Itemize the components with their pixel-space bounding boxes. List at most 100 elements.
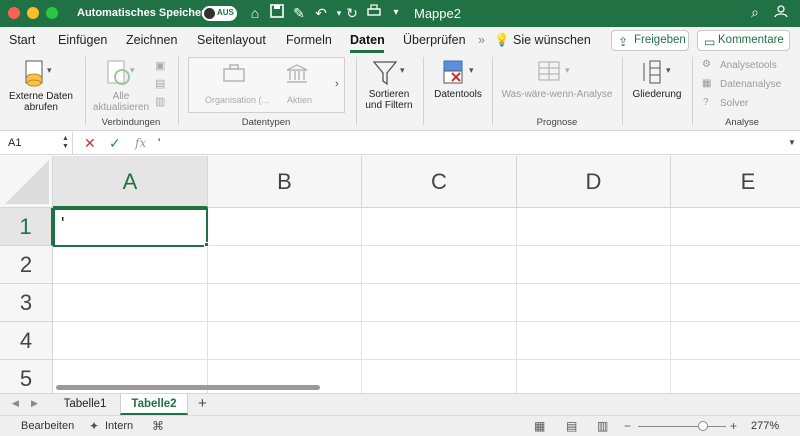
cell-c3[interactable] [362,284,517,322]
outline-icon: ▾ [643,60,671,84]
tab-daten[interactable]: Daten [350,33,385,47]
row-header-4[interactable]: 4 [0,322,53,360]
cancel-entry-icon[interactable]: ✕ [84,135,96,152]
cell-d5[interactable] [517,360,671,393]
datatype-organisation[interactable]: Organisation (... [205,95,269,105]
cell-e3[interactable] [671,284,800,322]
search-icon[interactable]: ⌕ [746,4,764,22]
cell-c5[interactable] [362,360,517,393]
next-sheet-icon[interactable]: ▶ [31,398,38,409]
print-icon[interactable] [365,4,383,22]
column-header-e[interactable]: E [671,156,800,208]
chevron-right-icon[interactable]: › [335,78,339,90]
insert-function-icon[interactable]: fx [135,136,146,150]
edit-icon[interactable]: ✎ [290,4,308,22]
normal-view-icon[interactable]: ▦ [534,419,545,433]
fullscreen-window-button[interactable] [46,7,58,19]
cell-e5[interactable] [671,360,800,393]
cell-b2[interactable] [208,246,362,284]
save-icon[interactable] [268,4,286,22]
tell-me-search[interactable]: Sie wünschen [513,33,591,47]
column-header-a[interactable]: A [53,156,208,208]
data-types-gallery[interactable]: Organisation (... Aktien › [188,57,345,113]
row-header-2[interactable]: 2 [0,246,53,284]
cell-d4[interactable] [517,322,671,360]
comments-button[interactable]: ▭ Kommentare [697,30,790,51]
cell-b1[interactable] [208,208,362,246]
cell-a4[interactable] [53,322,208,360]
cell-b3[interactable] [208,284,362,322]
cell-e1[interactable] [671,208,800,246]
expand-formula-bar-icon[interactable]: ▼ [788,138,796,147]
cell-a3[interactable] [53,284,208,322]
formula-input[interactable]: ' [158,136,160,150]
account-icon[interactable] [772,4,790,22]
add-sheet-button[interactable]: + [198,395,207,412]
cell-d3[interactable] [517,284,671,322]
page-layout-view-icon[interactable]: ▤ [566,419,577,433]
close-window-button[interactable] [8,7,20,19]
zoom-slider-thumb[interactable] [698,421,708,431]
sensitivity-label[interactable]: Intern [105,420,133,432]
autosave-toggle[interactable]: AUS [202,6,237,21]
accessibility-icon[interactable]: ⌘ [152,419,164,433]
cell-c1[interactable] [362,208,517,246]
customize-toolbar-icon[interactable]: ▾ [387,4,405,22]
column-header-c[interactable]: C [362,156,517,208]
properties-icon[interactable]: ▤ [155,77,165,90]
page-break-view-icon[interactable]: ▥ [597,419,608,433]
zoom-slider[interactable] [638,426,726,427]
cell-c2[interactable] [362,246,517,284]
svg-text:▾: ▾ [47,66,52,76]
previous-sheet-icon[interactable]: ◀ [12,398,19,409]
separator [178,57,179,125]
cell-a2[interactable] [53,246,208,284]
connections-icon[interactable]: ▣ [155,59,165,72]
cell-b4[interactable] [208,322,362,360]
redo-icon[interactable]: ↻ [343,4,361,22]
cell-d1[interactable] [517,208,671,246]
tab-start[interactable]: Start [9,33,35,47]
cell-e4[interactable] [671,322,800,360]
minimize-window-button[interactable] [27,7,39,19]
row-header-1[interactable]: 1 [0,208,53,246]
more-tabs-icon[interactable]: » [478,33,485,47]
zoom-out-icon[interactable]: − [624,419,631,433]
tab-einfuegen[interactable]: Einfügen [58,33,107,47]
confirm-entry-icon[interactable]: ✓ [109,135,121,152]
cell-d2[interactable] [517,246,671,284]
outline-button[interactable]: ▾ [640,59,676,92]
tab-formeln[interactable]: Formeln [286,33,332,47]
undo-icon[interactable]: ↶ [312,4,330,22]
sheet-tab-tabelle1[interactable]: Tabelle1 [52,394,118,415]
sort-filter-button[interactable]: ▾ [372,59,408,92]
row-header-3[interactable]: 3 [0,284,53,322]
row-header-5[interactable]: 5 [0,360,53,393]
analysis-tools-item[interactable]: Analysetools [720,60,777,71]
get-data-button[interactable]: ▾ [20,59,60,89]
select-all-button[interactable] [0,156,53,208]
share-button[interactable]: ⇪ Freigeben [611,30,689,51]
column-header-d[interactable]: D [517,156,671,208]
edit-links-icon[interactable]: ▥ [155,95,165,108]
tab-seitenlayout[interactable]: Seitenlayout [197,33,266,47]
home-icon[interactable]: ⌂ [246,4,264,22]
sheet-tab-tabelle2[interactable]: Tabelle2 [120,394,188,415]
data-analysis-item[interactable]: Datenanalyse [720,79,781,90]
cell-e2[interactable] [671,246,800,284]
datatools-button[interactable]: ▾ [442,59,478,92]
whatif-button[interactable]: ▾ [537,59,573,92]
horizontal-scrollbar[interactable] [56,385,320,390]
name-box-stepper-icon[interactable]: ▲ ▼ [62,135,69,151]
cell-c4[interactable] [362,322,517,360]
datatype-stocks[interactable]: Aktien [287,95,312,105]
tab-zeichnen[interactable]: Zeichnen [126,33,177,47]
cell-a1[interactable]: ' [53,208,208,247]
refresh-all-button[interactable]: ▾ [105,59,137,89]
solver-item[interactable]: Solver [720,98,748,109]
tab-ueberpruefen[interactable]: Überprüfen [403,33,466,47]
name-box[interactable]: A1 ▲ ▼ [0,132,73,154]
zoom-in-icon[interactable]: + [730,419,737,433]
column-header-b[interactable]: B [208,156,362,208]
fill-handle[interactable] [204,242,209,247]
